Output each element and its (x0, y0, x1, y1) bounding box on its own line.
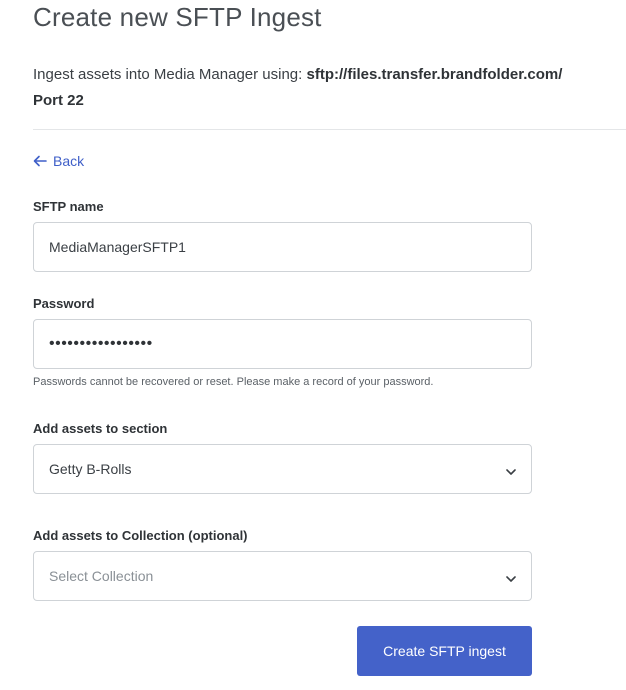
page-subtitle: Ingest assets into Media Manager using: … (33, 62, 623, 114)
header-divider (33, 129, 626, 130)
back-link[interactable]: Back (33, 153, 84, 169)
collection-label: Add assets to Collection (optional) (33, 528, 248, 543)
subtitle-prefix: Ingest assets into Media Manager using: (33, 66, 307, 83)
password-input[interactable]: ••••••••••••••••• (33, 319, 532, 369)
sftp-name-value: MediaManagerSFTP1 (49, 239, 186, 255)
collection-select[interactable]: Select Collection (33, 551, 532, 601)
password-value: ••••••••••••••••• (49, 335, 153, 352)
sftp-name-label: SFTP name (33, 199, 104, 214)
sftp-port: Port 22 (33, 92, 84, 109)
collection-placeholder: Select Collection (49, 568, 154, 584)
chevron-down-icon (505, 464, 517, 480)
page-title: Create new SFTP Ingest (33, 2, 322, 32)
sftp-ingest-page: Create new SFTP Ingest Ingest assets int… (0, 0, 626, 690)
section-select[interactable]: Getty B-Rolls (33, 444, 532, 494)
chevron-down-icon (505, 571, 517, 587)
sftp-name-input[interactable]: MediaManagerSFTP1 (33, 222, 532, 272)
create-sftp-ingest-button[interactable]: Create SFTP ingest (357, 626, 532, 676)
arrow-left-icon (33, 155, 47, 167)
password-hint: Passwords cannot be recovered or reset. … (33, 376, 434, 388)
sftp-url: sftp://files.transfer.brandfolder.com/ (306, 66, 563, 83)
section-value: Getty B-Rolls (49, 461, 132, 477)
password-label: Password (33, 296, 95, 311)
section-label: Add assets to section (33, 421, 168, 436)
back-label: Back (53, 153, 85, 169)
